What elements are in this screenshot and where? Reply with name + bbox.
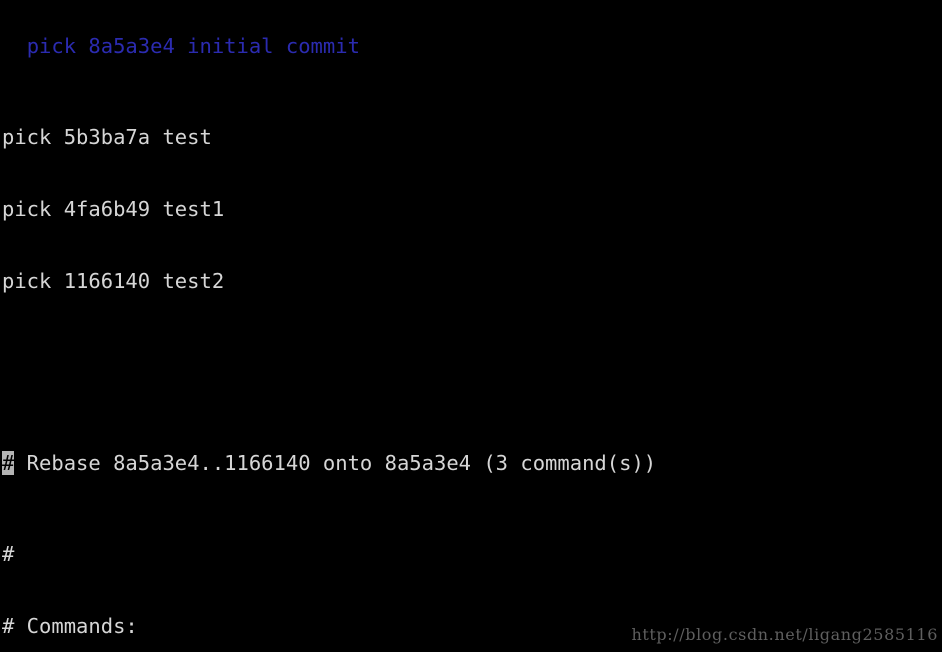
empty-line [2, 355, 942, 389]
scrolled-off-text: pick 8a5a3e4 initial commit [26, 34, 360, 58]
rebase-todo-buffer[interactable]: pick 8a5a3e4 initial commit pick 5b3ba7a… [2, 0, 942, 652]
watermark: http://blog.csdn.net/ligang2585116 [631, 625, 938, 644]
terminal-screen[interactable]: pick 8a5a3e4 initial commit pick 5b3ba7a… [0, 0, 942, 652]
rebase-header-text: Rebase 8a5a3e4..1166140 onto 8a5a3e4 (3 … [14, 451, 657, 475]
todo-line[interactable]: pick 4fa6b49 test1 [2, 192, 942, 226]
rebase-header-line: # Rebase 8a5a3e4..1166140 onto 8a5a3e4 (… [2, 446, 942, 480]
text-cursor[interactable]: # [2, 451, 15, 475]
scrolled-off-line: pick 8a5a3e4 initial commit [2, 29, 942, 63]
comment-line: # [2, 542, 15, 566]
todo-line[interactable]: pick 1166140 test2 [2, 264, 942, 298]
todo-line[interactable]: pick 5b3ba7a test [2, 120, 942, 154]
